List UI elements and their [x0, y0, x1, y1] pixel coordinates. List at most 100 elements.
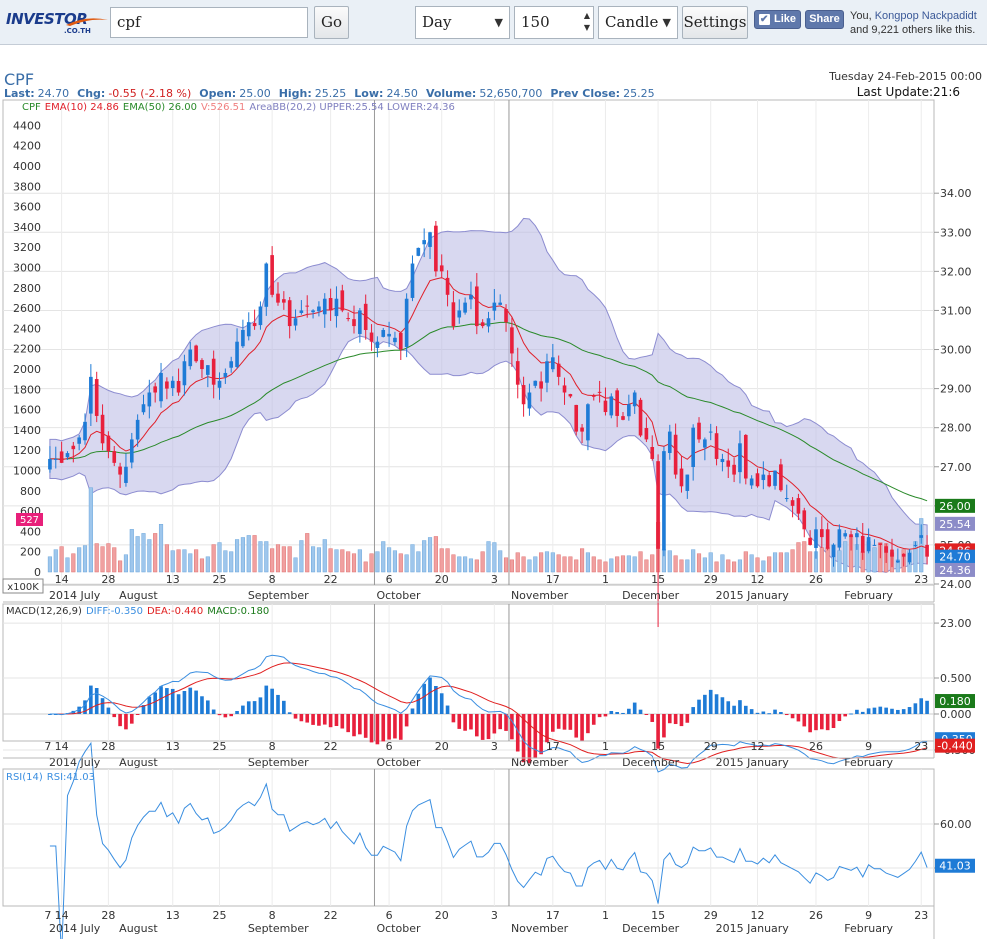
volume-bar	[375, 551, 380, 573]
macd-histogram-bar	[474, 714, 479, 737]
candle-body	[258, 306, 263, 326]
toolbar: INVESTOR .CO.TH cpf Go Day ▼ 150 ▲ ▼ Cand…	[0, 0, 987, 45]
stock-chart[interactable]: CPFLast: 24.70 Chg: -0.55 (-2.18 %) Open: 25.…	[0, 68, 987, 939]
investor-logo[interactable]: INVESTOR .CO.TH	[6, 10, 108, 36]
volume-bar	[445, 548, 450, 573]
date-month-label: November	[511, 922, 569, 935]
volume-tick-label: 1400	[13, 424, 41, 437]
chart-area[interactable]: CPF Last: 24.70 Chg: -0.55 (-2.18 %) Open: 25.…	[0, 68, 987, 939]
macd-histogram-bar	[761, 711, 766, 714]
symbol-input[interactable]: cpf	[110, 7, 308, 38]
candle-body	[112, 451, 117, 463]
candle-body	[890, 549, 894, 557]
like-label: Like	[774, 13, 797, 25]
volume-bar	[808, 551, 813, 573]
macd-histogram-bar	[241, 705, 245, 714]
candle-body	[714, 433, 719, 459]
volume-bar	[632, 556, 637, 573]
volume-bar	[702, 557, 707, 573]
candle-body	[474, 286, 479, 327]
macd-histogram-bar	[282, 700, 286, 714]
macd-histogram-bar	[837, 714, 842, 722]
stat-label: Last:	[4, 87, 35, 100]
social-user-link[interactable]: Kongpop Nackpadidt	[875, 10, 977, 22]
macd-histogram-bar	[165, 688, 169, 714]
date-month-label: 2015 January	[716, 589, 790, 602]
candle-body	[480, 322, 485, 327]
date-month-label: February	[844, 589, 893, 602]
spinner-arrows-icon[interactable]: ▲ ▼	[584, 10, 590, 34]
go-button[interactable]: Go	[314, 6, 349, 39]
date-day-label: 8	[269, 740, 276, 753]
facebook-share-button[interactable]: Share	[805, 10, 844, 29]
volume-bar	[620, 555, 626, 573]
candle-body	[358, 310, 362, 334]
period-select[interactable]: Day ▼	[415, 6, 510, 39]
candle-body	[820, 529, 824, 538]
date-day-label: 12	[750, 573, 764, 586]
volume-bar	[252, 535, 257, 573]
volume-tick-label: 2600	[13, 302, 41, 315]
volume-bar	[486, 541, 491, 573]
chevron-down-icon: ▼	[662, 16, 671, 29]
candle-body	[609, 396, 614, 416]
candle-body	[755, 473, 760, 487]
stat-label: Volume:	[426, 87, 476, 100]
date-day-label: 13	[166, 573, 180, 586]
candle-body	[767, 475, 772, 487]
macd-histogram-bar	[334, 714, 339, 727]
price-tick-label: 27.00	[940, 461, 972, 474]
candle-body	[147, 392, 152, 407]
candle-body	[48, 458, 52, 470]
candle-body	[469, 294, 473, 300]
volume-tick-label: 3800	[13, 180, 41, 193]
candle-body	[200, 360, 204, 370]
settings-button[interactable]: Settings	[682, 6, 748, 39]
price-legend-item: CPF	[22, 102, 41, 113]
style-select[interactable]: Candle ▼	[598, 6, 678, 39]
facebook-like-button[interactable]: Like	[754, 10, 801, 29]
date-day-label: 9	[865, 573, 872, 586]
macd-histogram-bar	[445, 705, 450, 714]
date-day-label: 26	[809, 909, 823, 922]
macd-histogram-bar	[749, 709, 754, 714]
volume-bar	[112, 547, 117, 573]
volume-bar	[422, 540, 427, 573]
bars-stepper[interactable]: 150 ▲ ▼	[514, 6, 594, 39]
candle-body	[679, 468, 684, 487]
macd-legend-item: MACD:0.180	[207, 606, 269, 617]
macd-histogram-bar	[118, 714, 122, 727]
volume-bar	[819, 547, 824, 573]
macd-histogram-bar	[246, 701, 251, 714]
macd-histogram-bar	[644, 714, 649, 715]
volume-tick-label: 2800	[13, 282, 41, 295]
stat-label: Low:	[354, 87, 383, 100]
macd-histogram-bar	[773, 709, 777, 714]
candle-body	[837, 529, 842, 548]
stat-value: 25.25	[315, 87, 347, 100]
volume-bar	[743, 551, 748, 573]
macd-histogram-bar	[638, 709, 643, 714]
rsi-legend-item: RSI(14)	[6, 772, 43, 783]
volume-bar	[480, 551, 485, 573]
macd-legend-item: DIFF:-0.350	[86, 606, 143, 617]
macd-tag-text: 0.180	[939, 695, 971, 708]
volume-bar	[199, 558, 205, 573]
candle-body	[580, 427, 584, 432]
macd-histogram-bar	[480, 714, 485, 740]
date-day-label: 6	[386, 909, 393, 922]
date-day-label: 15	[651, 909, 665, 922]
macd-histogram-bar	[404, 714, 409, 727]
candle-body	[398, 332, 403, 350]
volume-bar	[170, 550, 175, 573]
date-day-label: 1	[602, 573, 609, 586]
candle-body	[726, 460, 731, 467]
macd-histogram-bar	[159, 686, 163, 714]
candle-body	[299, 310, 304, 313]
volume-bar	[194, 549, 199, 573]
macd-histogram-bar	[650, 714, 655, 722]
macd-histogram-bar	[714, 694, 719, 714]
candle-body	[644, 428, 649, 440]
candle-body	[708, 431, 713, 433]
macd-legend-item: MACD(12,26,9)	[6, 606, 82, 617]
